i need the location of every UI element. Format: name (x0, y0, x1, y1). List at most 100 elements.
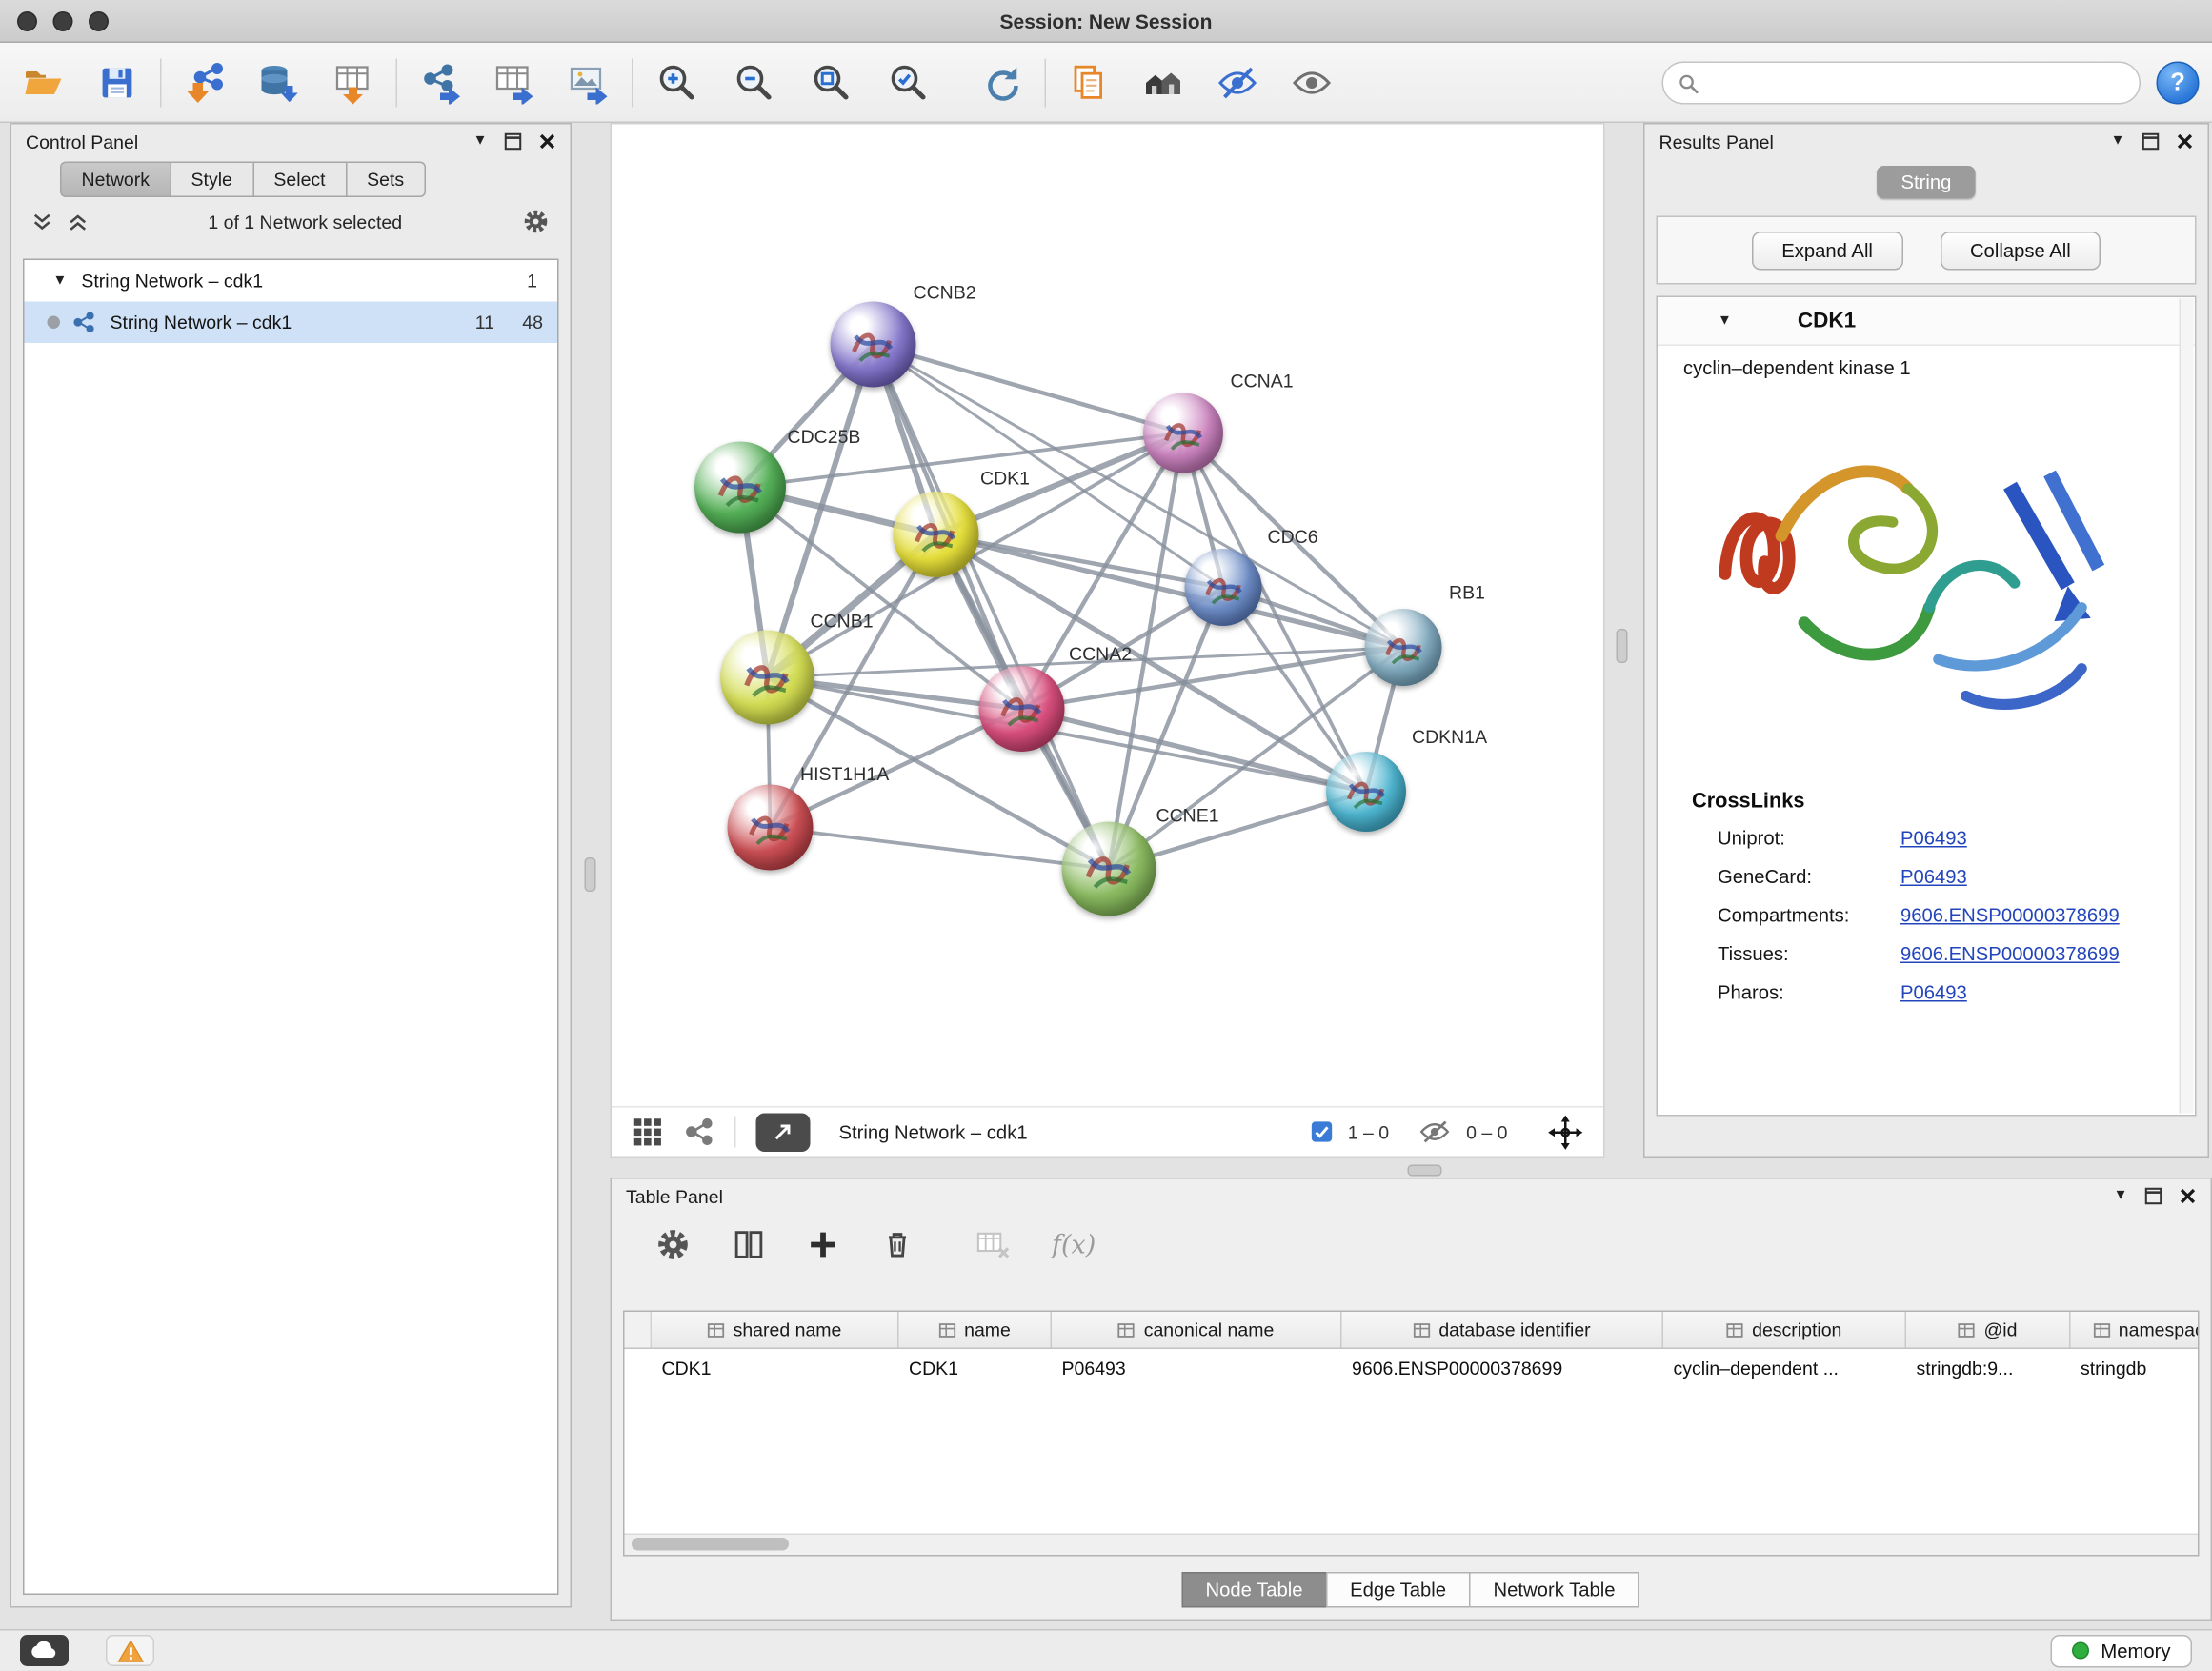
tab-style[interactable]: Style (170, 162, 252, 198)
column-header-name[interactable]: name (899, 1312, 1053, 1348)
tab-select[interactable]: Select (252, 162, 346, 198)
gene-card-header[interactable]: ▼ CDK1 (1658, 297, 2195, 346)
column-header-namespace[interactable]: namespac (2071, 1312, 2200, 1348)
compartments-link[interactable]: 9606.ENSP00000378699 (1900, 905, 2120, 927)
clone-network-button[interactable] (1063, 56, 1115, 108)
panel-collapse-icon[interactable]: ▼ (473, 134, 488, 149)
add-column-icon[interactable] (806, 1228, 840, 1262)
export-network-button[interactable] (414, 56, 466, 108)
search-input[interactable] (1709, 70, 2125, 95)
function-builder-button[interactable]: f(x) (1052, 1230, 1096, 1260)
zoom-in-button[interactable] (651, 56, 702, 108)
zoom-fit-button[interactable] (805, 56, 856, 108)
memory-status-dot-icon (2072, 1642, 2089, 1660)
fit-content-crosshair-icon[interactable] (1548, 1114, 1584, 1150)
expand-all-icon[interactable] (68, 211, 90, 232)
results-scrollbar[interactable] (2180, 299, 2194, 1114)
search-field[interactable] (1662, 62, 2142, 105)
pharos-link[interactable]: P06493 (1900, 982, 1967, 1004)
uniprot-link[interactable]: P06493 (1900, 828, 1967, 850)
cloud-status-button[interactable] (20, 1635, 69, 1666)
network-overview-icon[interactable] (683, 1117, 714, 1148)
tree-row-network[interactable]: String Network – cdk1 11 48 (25, 302, 558, 344)
gear-icon[interactable] (522, 208, 551, 236)
close-panel-icon[interactable] (2180, 1188, 2197, 1205)
left-splitter-handle[interactable] (585, 857, 596, 892)
network-selection-bar: 1 of 1 Network selected (11, 197, 571, 246)
gene-collapse-icon[interactable]: ▼ (1718, 313, 1732, 328)
panel-collapse-icon[interactable]: ▼ (2114, 1189, 2128, 1203)
import-table-button[interactable] (328, 56, 379, 108)
network-canvas[interactable]: CCNB2CCNA1CDC25BCDK1CDC6RB1CCNB1CCNA2CDK… (612, 125, 1603, 1107)
memory-button[interactable]: Memory (2051, 1635, 2192, 1668)
network-node-ccna2[interactable] (979, 666, 1065, 752)
tab-edge-table[interactable]: Edge Table (1326, 1572, 1471, 1608)
horizontal-splitter-handle[interactable] (1408, 1165, 1442, 1177)
tab-string-results[interactable]: String (1877, 166, 1976, 199)
open-session-button[interactable] (17, 56, 69, 108)
network-node-ccnb1[interactable] (720, 631, 814, 725)
network-node-ccne1[interactable] (1062, 822, 1156, 916)
import-network-database-button[interactable] (253, 56, 305, 108)
network-node-cdkn1a[interactable] (1326, 752, 1406, 832)
save-session-button[interactable] (91, 56, 143, 108)
scrollbar-thumb[interactable] (632, 1538, 789, 1551)
cell-namespace: stringdb (2069, 1357, 2200, 1379)
warnings-button[interactable] (106, 1635, 154, 1666)
right-splitter-handle[interactable] (1617, 629, 1628, 663)
export-image-icon (568, 61, 611, 104)
tissues-link[interactable]: 9606.ENSP00000378699 (1900, 943, 2120, 965)
zoom-out-button[interactable] (728, 56, 779, 108)
close-panel-icon[interactable] (2177, 133, 2194, 151)
tab-network-table[interactable]: Network Table (1469, 1572, 1639, 1608)
table-horizontal-scrollbar[interactable] (625, 1534, 2199, 1556)
network-node-rb1[interactable] (1365, 609, 1442, 686)
help-button[interactable]: ? (2157, 62, 2200, 105)
panel-collapse-icon[interactable]: ▼ (2111, 134, 2125, 149)
export-table-button[interactable] (489, 56, 540, 108)
network-node-ccna1[interactable] (1143, 393, 1223, 473)
table-toolbar: f(x) (612, 1214, 2211, 1271)
export-image-button[interactable] (563, 56, 614, 108)
column-header-id[interactable]: @id (1906, 1312, 2071, 1348)
cell-database-identifier: 9606.ENSP00000378699 (1340, 1357, 1662, 1379)
genecard-link[interactable]: P06493 (1900, 866, 1967, 888)
expand-all-button[interactable]: Expand All (1752, 231, 1903, 270)
float-panel-icon[interactable] (2145, 1188, 2162, 1205)
hidden-eye-icon[interactable] (1418, 1117, 1452, 1146)
close-panel-icon[interactable] (539, 133, 556, 151)
network-node-cdk1[interactable] (894, 492, 979, 577)
delete-column-icon[interactable] (880, 1228, 915, 1262)
column-header-shared-name[interactable]: shared name (652, 1312, 899, 1348)
hide-selected-button[interactable] (1212, 56, 1263, 108)
tab-network[interactable]: Network (60, 162, 170, 198)
tab-node-table[interactable]: Node Table (1181, 1572, 1327, 1608)
float-panel-icon[interactable] (2142, 133, 2160, 151)
grid-view-icon[interactable] (632, 1117, 663, 1148)
select-columns-icon[interactable] (732, 1228, 766, 1262)
gear-icon[interactable] (654, 1226, 692, 1263)
network-node-cdc6[interactable] (1185, 549, 1262, 626)
column-header-database-identifier[interactable]: database identifier (1342, 1312, 1664, 1348)
network-node-cdc25b[interactable] (694, 442, 786, 534)
column-header-description[interactable]: description (1663, 1312, 1906, 1348)
import-network-file-button[interactable] (179, 56, 231, 108)
zoom-selected-button[interactable] (882, 56, 934, 108)
show-all-button[interactable] (1286, 56, 1337, 108)
float-panel-icon[interactable] (505, 133, 522, 151)
tree-row-network-collection[interactable]: ▼ String Network – cdk1 1 (25, 260, 558, 302)
tree-collapse-icon[interactable]: ▼ (53, 273, 68, 288)
column-header-canonical-name[interactable]: canonical name (1052, 1312, 1342, 1348)
table-row[interactable]: CDK1 CDK1 P06493 9606.ENSP00000378699 cy… (625, 1349, 2199, 1386)
network-node-ccnb2[interactable] (831, 302, 916, 388)
network-node-hist1h1a[interactable] (728, 785, 814, 871)
protein-thumbnail-icon (1376, 619, 1431, 674)
collapse-all-button[interactable]: Collapse All (1940, 231, 2101, 270)
open-in-window-button[interactable] (756, 1113, 811, 1152)
collapse-all-icon[interactable] (31, 211, 53, 232)
selected-checkbox-icon[interactable] (1311, 1120, 1334, 1143)
refresh-button[interactable] (976, 56, 1028, 108)
home-button[interactable] (1137, 56, 1189, 108)
collection-count: 1 (527, 271, 543, 292)
tab-sets[interactable]: Sets (346, 162, 426, 198)
